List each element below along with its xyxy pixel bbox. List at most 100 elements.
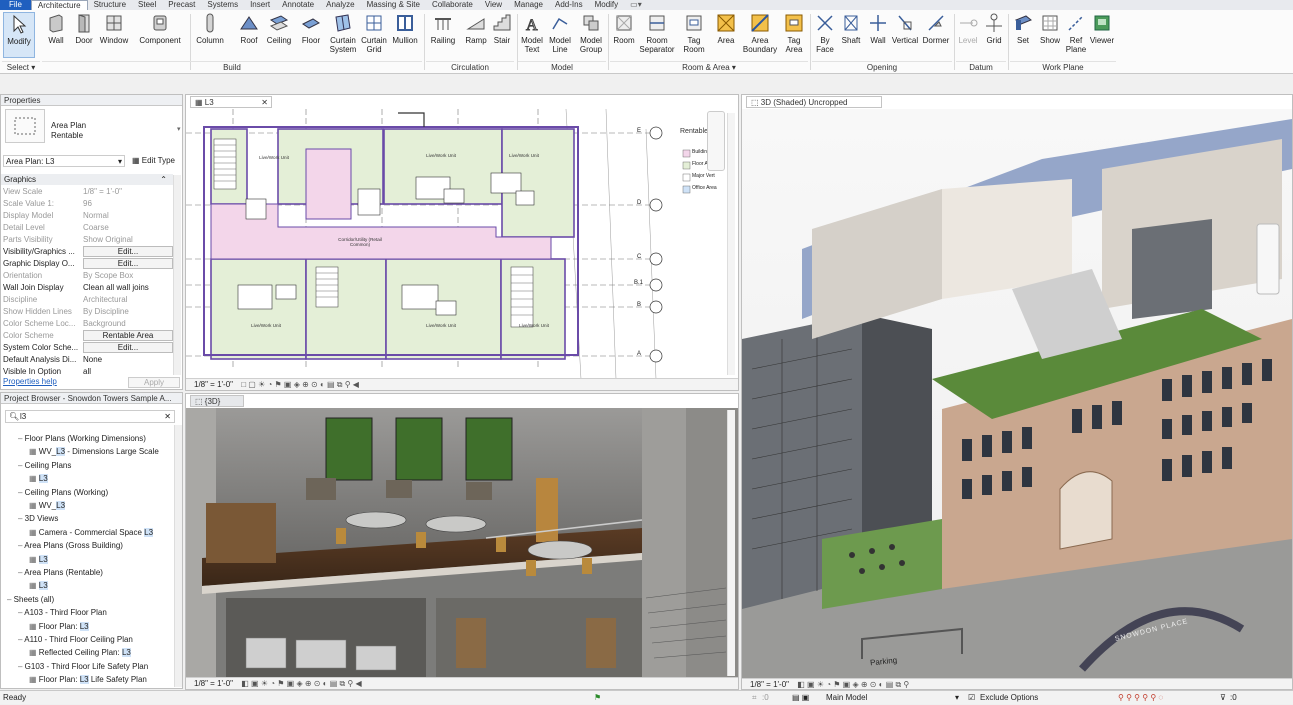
browser-view-item[interactable]: ▦ L3 xyxy=(29,579,48,592)
model-text-button[interactable]: A Model Text xyxy=(518,12,546,58)
property-row[interactable]: Detail Level Coarse xyxy=(3,222,179,234)
worksharing-icon[interactable]: ⚑ xyxy=(594,691,601,705)
ramp-button[interactable]: Ramp xyxy=(462,12,490,58)
tag-room-button[interactable]: Tag Room xyxy=(680,12,708,58)
property-row[interactable]: Scale Value 1: 96 xyxy=(3,198,179,210)
browser-scrollbar[interactable] xyxy=(174,425,182,687)
edit-type-button[interactable]: ▦ Edit Type xyxy=(132,155,175,167)
group-select[interactable]: Select ▾ xyxy=(2,61,40,72)
property-row[interactable]: Visibility/Graphics ... Edit... xyxy=(3,246,179,258)
ceiling-button[interactable]: Ceiling xyxy=(264,12,294,58)
property-edit-button[interactable]: Edit... xyxy=(83,246,173,257)
tab-precast[interactable]: Precast xyxy=(162,0,201,10)
browser-group-item[interactable]: – Sheets (all) xyxy=(7,593,54,606)
tag-area-button[interactable]: Tag Area xyxy=(780,12,808,58)
tab-structure[interactable]: Structure xyxy=(88,0,132,10)
browser-group-item[interactable]: – Area Plans (Gross Building) xyxy=(18,539,123,552)
tab-add-ins[interactable]: Add-Ins xyxy=(549,0,589,10)
instance-selector[interactable]: Area Plan: L3 ▾ xyxy=(3,155,125,167)
workset-icon[interactable]: ⌗ xyxy=(752,691,757,705)
area-button[interactable]: Area xyxy=(712,12,740,58)
property-row[interactable]: Graphic Display O... Edit... xyxy=(3,258,179,270)
browser-view-item[interactable]: ▦ WV_L3 - Dimensions Large Scale xyxy=(29,445,159,458)
model-group-button[interactable]: Model Group xyxy=(576,12,606,58)
view-control-icons[interactable]: □ ▢ ☀ ◔ ⚑ ▣ ◈ ⊕ ⊙ ◐ ▤ ⧉ ⚲ ◀ xyxy=(241,380,359,389)
tab-steel[interactable]: Steel xyxy=(132,0,162,10)
window-button[interactable]: Window xyxy=(98,12,130,58)
property-row[interactable]: System Color Sche... Edit... xyxy=(3,342,179,354)
tab-systems[interactable]: Systems xyxy=(201,0,244,10)
close-tab-icon[interactable]: ✕ xyxy=(261,97,268,109)
exclude-options-checkbox[interactable]: ☑ xyxy=(968,691,975,705)
plan-view-window[interactable]: ▦ L3 ✕ Live/Work Unit Live/Work Unit Liv… xyxy=(185,94,739,391)
set-work-plane-button[interactable]: Set xyxy=(1010,12,1036,58)
tab-3d-shaded[interactable]: ⬚ 3D (Shaded) Uncropped xyxy=(746,96,882,108)
tab-manage[interactable]: Manage xyxy=(508,0,549,10)
browser-group-item[interactable]: – Ceiling Plans (Working) xyxy=(18,486,108,499)
view-control-icons[interactable]: ◧ ▣ ☀ ◔ ⚑ ▣ ◈ ⊕ ⊙ ◐ ▤ ⧉ ⚲ ◀ xyxy=(241,679,361,688)
property-edit-button[interactable]: Edit... xyxy=(83,342,173,353)
show-work-plane-button[interactable]: Show xyxy=(1036,12,1064,58)
persp-vertical-scrollbar[interactable] xyxy=(727,410,735,676)
tab-architecture[interactable]: Architecture xyxy=(30,0,88,10)
browser-view-item[interactable]: ▦ Floor Plan: L3 xyxy=(29,620,89,633)
floor-button[interactable]: Floor xyxy=(298,12,324,58)
active-design-option[interactable]: Main Model xyxy=(826,691,867,705)
graphics-section-header[interactable]: Graphics ⌃ xyxy=(1,174,173,185)
tab-plan-l3[interactable]: ▦ L3 ✕ xyxy=(190,96,272,108)
floor-plan-drawing[interactable]: Live/Work Unit Live/Work Unit Live/Work … xyxy=(186,109,738,379)
stair-button[interactable]: Stair xyxy=(490,12,514,58)
plan-scale[interactable]: 1/8" = 1'-0" xyxy=(194,380,233,389)
tab-collaborate[interactable]: Collaborate xyxy=(426,0,479,10)
filter-icon[interactable]: ⊽ xyxy=(1220,691,1226,705)
area-boundary-button[interactable]: Area Boundary xyxy=(742,12,778,58)
browser-group-item[interactable]: – 3D Views xyxy=(18,512,58,525)
selection-toggle-icons[interactable]: ⚲ ⚲ ⚲ ⚲ ⚲ ◌ xyxy=(1118,691,1163,705)
browser-group-item[interactable]: – Ceiling Plans xyxy=(18,459,71,472)
property-row[interactable]: Color Scheme Loc... Background xyxy=(3,318,179,330)
building-3d-render[interactable] xyxy=(742,109,1292,679)
mullion-button[interactable]: Mullion xyxy=(390,12,420,58)
by-face-button[interactable]: By Face xyxy=(812,12,838,58)
browser-group-item[interactable]: – Area Plans (Rentable) xyxy=(18,566,103,579)
browser-view-item[interactable]: ▦ Floor Plan: L3 Life Safety Plan xyxy=(29,673,147,686)
roof-button[interactable]: Roof xyxy=(236,12,262,58)
navigation-bar[interactable] xyxy=(707,111,725,171)
tab-massing-site[interactable]: Massing & Site xyxy=(361,0,426,10)
modify-button[interactable]: Modify xyxy=(3,12,35,58)
property-row[interactable]: Color Scheme Rentable Area xyxy=(3,330,179,342)
column-button[interactable]: Column xyxy=(194,12,226,58)
property-row[interactable]: Show Hidden Lines By Discipline xyxy=(3,306,179,318)
room-button[interactable]: Room xyxy=(610,12,638,58)
property-row[interactable]: Default Analysis Di... None xyxy=(3,354,179,366)
clear-search-icon[interactable]: ✕ xyxy=(164,411,171,423)
view-control-icons[interactable]: ◧ ▣ ☀ ◔ ⚑ ▣ ◈ ⊕ ⊙ ◐ ▤ ⧉ ⚲ xyxy=(797,680,909,689)
properties-scrollbar[interactable] xyxy=(173,175,181,375)
group-room-area[interactable]: Room & Area ▾ xyxy=(610,61,808,72)
model-line-button[interactable]: Model Line xyxy=(546,12,574,58)
tab-insert[interactable]: Insert xyxy=(244,0,276,10)
ribbon-options-icon[interactable]: ▭▾ xyxy=(624,0,648,10)
tab-view[interactable]: View xyxy=(479,0,508,10)
property-row[interactable]: Orientation By Scope Box xyxy=(3,270,179,282)
property-row[interactable]: Wall Join Display Clean all wall joins xyxy=(3,282,179,294)
chevron-down-icon[interactable]: ▾ xyxy=(955,691,959,705)
room-separator-button[interactable]: Room Separator xyxy=(638,12,676,58)
tab-analyze[interactable]: Analyze xyxy=(320,0,360,10)
wall-opening-button[interactable]: Wall xyxy=(866,12,890,58)
plan-vertical-scrollbar[interactable] xyxy=(727,113,735,375)
browser-group-item[interactable]: – A110 - Third Floor Ceiling Plan xyxy=(18,633,133,646)
browser-view-item[interactable]: ▦ Camera - Commercial Space L3 xyxy=(29,526,154,539)
property-row[interactable]: Parts Visibility Show Original xyxy=(3,234,179,246)
shaded-scale[interactable]: 1/8" = 1'-0" xyxy=(750,680,789,689)
perspective-view-window[interactable]: ⬚ {3D} 1/8" = 1'-0" ◧ ▣ ☀ ◔ ⚑ ▣ ◈ ⊕ ⊙ ◐ … xyxy=(185,393,739,690)
browser-group-item[interactable]: – G103 - Third Floor Life Safety Plan xyxy=(18,660,148,673)
dormer-button[interactable]: Dormer xyxy=(920,12,952,58)
property-row[interactable]: Discipline Architectural xyxy=(3,294,179,306)
tab-annotate[interactable]: Annotate xyxy=(276,0,320,10)
design-options-icon[interactable]: ▤ ▣ xyxy=(792,691,809,705)
browser-view-item[interactable]: ▦ Reflected Ceiling Plan: L3 xyxy=(29,646,131,659)
wall-button[interactable]: Wall xyxy=(44,12,68,58)
properties-help-link[interactable]: Properties help xyxy=(3,377,57,386)
tab-file[interactable]: File xyxy=(0,0,31,10)
